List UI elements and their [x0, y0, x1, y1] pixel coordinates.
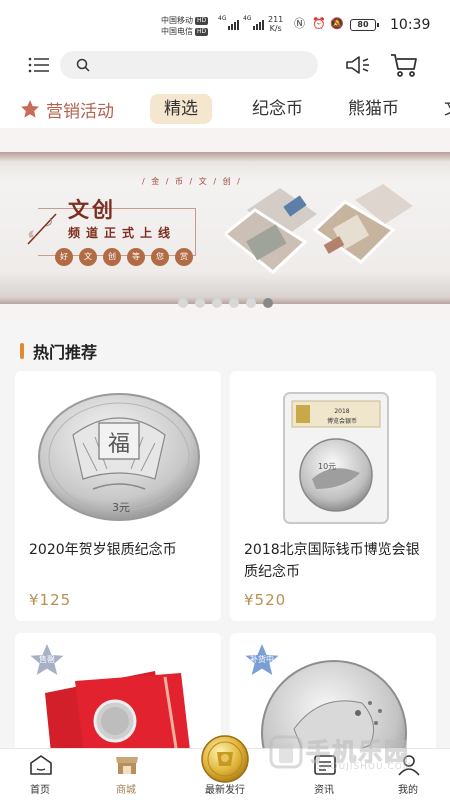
- badge-sold-out: 售罄: [29, 643, 65, 677]
- nav-label: 资讯: [314, 785, 334, 796]
- nav-label: 首页: [30, 785, 50, 796]
- banner-caption: 频道正式上线: [68, 226, 177, 240]
- product-card[interactable]: 福 3元 2020年贺岁银质纪念币 ¥125: [15, 371, 221, 621]
- svg-text:2018: 2018: [334, 408, 349, 415]
- header: [0, 40, 450, 90]
- seal-char: 创: [103, 248, 121, 266]
- category-tabs: 营销活动 精选 纪念币 熊猫币 文: [0, 90, 450, 128]
- star-icon: [21, 100, 39, 118]
- carrier-1: 中国移动: [161, 16, 193, 25]
- product-price: ¥520: [244, 591, 287, 609]
- watermark-logo-icon: [269, 735, 303, 769]
- seal-char: 文: [79, 248, 97, 266]
- search-bar[interactable]: [60, 51, 318, 79]
- tab-featured[interactable]: 精选: [150, 94, 212, 124]
- slab-coin-denomination: 10元: [318, 462, 336, 471]
- product-image-coin: 福 3元: [38, 393, 200, 521]
- mute-icon: 🔕: [330, 17, 344, 30]
- nav-home[interactable]: 首页: [0, 749, 80, 800]
- clock: 10:39: [390, 17, 431, 33]
- badge-restocking: 补货中: [244, 643, 280, 677]
- product-image-slab: 2018 博览会银币 10元: [283, 392, 389, 524]
- watermark-subtext: SHOUJISHOU.COM: [316, 762, 412, 772]
- seal-char: 等: [127, 248, 145, 266]
- search-icon: [76, 58, 90, 72]
- section-header: 热门推荐: [20, 340, 97, 362]
- seal-char: 您: [151, 248, 169, 266]
- status-bar: 中国移动 HD 中国电信 HD 4G 4G 211 K/s Ⓝ ⏰ 🔕 80 10:…: [0, 0, 450, 40]
- nav-mall[interactable]: 商城: [86, 749, 166, 800]
- promo-banner[interactable]: / 金 / 币 / 文 / 创 / 文创 频道正式上线 好 文 创 等 您 赏: [0, 152, 450, 304]
- slab-label: 博览会银币: [327, 417, 357, 425]
- product-name: 2018北京国际钱币博览会银质纪念币: [244, 542, 420, 580]
- battery-icon: 80: [350, 19, 379, 31]
- banner-product-photos: [225, 184, 413, 274]
- signal-icon: 4G: [243, 16, 265, 30]
- section-title: 热门推荐: [33, 343, 98, 362]
- carrier-2: 中国电信: [161, 27, 193, 36]
- carousel-indicator[interactable]: [178, 298, 273, 308]
- tab-promotions[interactable]: 营销活动: [20, 94, 114, 124]
- tab-culture[interactable]: 文: [444, 94, 450, 124]
- tab-commemorative-coins[interactable]: 纪念币: [252, 94, 303, 124]
- badge-text: 补货中: [250, 655, 274, 664]
- coin-denomination: 3元: [112, 501, 130, 514]
- product-card[interactable]: 2018 博览会银币 10元 2018北京国际钱币博览会银质纪念币 ¥520: [230, 371, 436, 621]
- gold-coin-icon[interactable]: [200, 734, 250, 784]
- banner-seal-row: 好 文 创 等 您 赏: [55, 248, 193, 266]
- badge-text: 售罄: [39, 655, 55, 664]
- home-icon: [30, 755, 52, 775]
- coin-character: 福: [108, 432, 130, 457]
- seal-char: 好: [55, 248, 73, 266]
- search-input[interactable]: [100, 55, 310, 75]
- network-speed: 211 K/s: [268, 15, 284, 33]
- alarm-icon: ⏰: [312, 17, 326, 30]
- tab-panda-coins[interactable]: 熊猫币: [348, 94, 399, 124]
- product-card[interactable]: 售罄: [15, 633, 221, 753]
- brush-pen-icon: [27, 213, 57, 245]
- cart-icon[interactable]: [390, 52, 418, 78]
- tab-promotions-label: 营销活动: [46, 101, 114, 122]
- hd-badge: HD: [195, 27, 209, 36]
- banner-title: 文创: [68, 197, 116, 222]
- nav-label: 我的: [398, 785, 418, 796]
- seal-char: 赏: [175, 248, 193, 266]
- product-price: ¥125: [29, 591, 72, 609]
- banner-area: / 金 / 币 / 文 / 创 / 文创 频道正式上线 好 文 创 等 您 赏: [0, 128, 450, 318]
- nav-label: 商城: [116, 785, 136, 796]
- product-name: 2020年贺岁银质纪念币: [29, 542, 177, 558]
- shop-icon: [116, 757, 138, 774]
- nfc-icon: Ⓝ: [294, 17, 305, 30]
- watermark: 手机乐园 SHOUJISHOU.COM: [268, 728, 433, 778]
- announcement-icon[interactable]: [345, 54, 371, 76]
- section-accent-bar: [20, 343, 24, 359]
- signal-icon: 4G: [218, 16, 240, 30]
- carrier-info: 中国移动 HD 中国电信 HD: [161, 15, 209, 37]
- hd-badge: HD: [195, 16, 209, 25]
- menu-icon[interactable]: [28, 56, 50, 74]
